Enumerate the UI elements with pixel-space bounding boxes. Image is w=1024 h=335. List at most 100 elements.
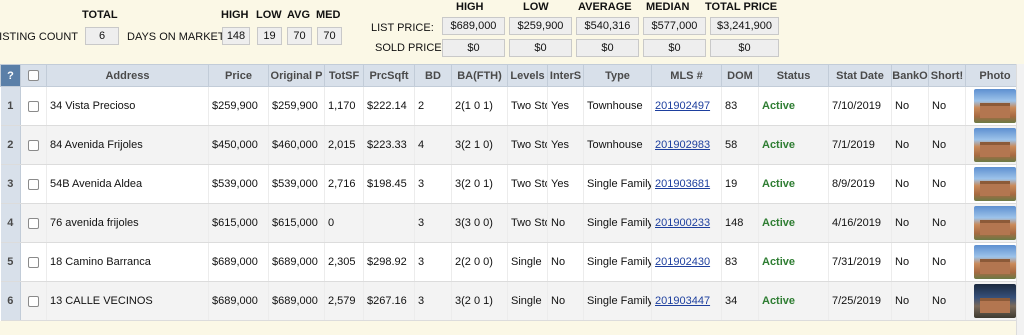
mls-link[interactable]: 201902983 [655, 139, 710, 151]
list-price-total: $3,241,900 [710, 17, 779, 35]
type-cell: Single Family [583, 203, 652, 243]
column-header-prcsqft[interactable]: PrcSqft [363, 64, 415, 87]
bank-cell: No [891, 242, 929, 282]
row-checkbox[interactable] [28, 139, 39, 151]
bd-cell: 3 [414, 281, 452, 321]
mls-link[interactable]: 201902430 [655, 256, 710, 268]
price-median-header: MEDIAN [646, 1, 690, 13]
totsf-cell: 2,015 [324, 125, 364, 165]
prcsqft-cell: $298.92 [363, 242, 415, 282]
table-row[interactable]: 2 84 Avenida Frijoles $450,000 $460,000 … [0, 125, 1024, 165]
days-on-market-label: DAYS ON MARKET: [127, 31, 227, 43]
listing-photo-thumbnail[interactable] [974, 128, 1016, 162]
listing-photo-thumbnail[interactable] [974, 89, 1016, 123]
original-price-cell: $460,000 [268, 125, 325, 165]
table-row[interactable]: 6 13 CALLE VECINOS $689,000 $689,000 2,5… [0, 281, 1024, 321]
prcsqft-cell [363, 203, 415, 243]
column-header-short[interactable]: Short! [928, 64, 966, 87]
price-cell: $539,000 [208, 164, 269, 204]
mls-cell: 201903681 [651, 164, 722, 204]
listing-photo-thumbnail[interactable] [974, 284, 1016, 318]
mls-link[interactable]: 201902497 [655, 100, 710, 112]
sold-price-total: $0 [710, 39, 779, 57]
column-header-status[interactable]: Status [758, 64, 829, 87]
column-header-address[interactable]: Address [46, 64, 209, 87]
ba-cell: 3(3 0 0) [451, 203, 508, 243]
listing-photo-thumbnail[interactable] [974, 167, 1016, 201]
bank-cell: No [891, 203, 929, 243]
stat-date-cell: 7/25/2019 [828, 281, 892, 321]
short-cell: No [928, 164, 966, 204]
row-select-cell[interactable] [20, 242, 47, 282]
table-row[interactable]: 4 76 avenida frijoles $615,000 $615,000 … [0, 203, 1024, 243]
column-header-dom[interactable]: DOM [721, 64, 759, 87]
price-cell: $689,000 [208, 281, 269, 321]
row-select-cell[interactable] [20, 281, 47, 321]
row-select-cell[interactable] [20, 86, 47, 126]
table-row[interactable]: 1 34 Vista Precioso $259,900 $259,900 1,… [0, 86, 1024, 126]
price-average-header: AVERAGE [578, 1, 632, 13]
vertical-scrollbar[interactable] [1016, 64, 1024, 335]
original-price-cell: $539,000 [268, 164, 325, 204]
sold-price-average: $0 [576, 39, 639, 57]
status-badge: Active [762, 256, 796, 268]
status-badge: Active [762, 100, 796, 112]
mls-cell: 201900233 [651, 203, 722, 243]
row-checkbox[interactable] [28, 295, 39, 307]
mls-cell: 201902430 [651, 242, 722, 282]
dom-high-header: HIGH [221, 9, 249, 21]
column-header-levels[interactable]: Levels [507, 64, 548, 87]
listing-photo-thumbnail[interactable] [974, 206, 1016, 240]
short-cell: No [928, 86, 966, 126]
bank-cell: No [891, 281, 929, 321]
prcsqft-cell: $223.33 [363, 125, 415, 165]
row-select-cell[interactable] [20, 164, 47, 204]
listing-count-value: 6 [85, 27, 119, 45]
column-header-ba[interactable]: BA(FTH) [451, 64, 508, 87]
stat-date-cell: 7/10/2019 [828, 86, 892, 126]
bd-cell: 3 [414, 203, 452, 243]
select-all-header[interactable] [20, 64, 47, 87]
row-checkbox[interactable] [28, 256, 39, 268]
column-header-original-price[interactable]: Original P [268, 64, 325, 87]
column-header-stat-date[interactable]: Stat Date [828, 64, 892, 87]
column-header-totsf[interactable]: TotSF [324, 64, 364, 87]
status-cell: Active [758, 281, 829, 321]
help-column-header[interactable]: ? [0, 64, 21, 87]
column-header-bank[interactable]: BankO [891, 64, 929, 87]
totsf-cell: 0 [324, 203, 364, 243]
column-header-type[interactable]: Type [583, 64, 652, 87]
row-select-cell[interactable] [20, 125, 47, 165]
status-badge: Active [762, 295, 796, 307]
price-cell: $689,000 [208, 242, 269, 282]
table-row[interactable]: 3 54B Avenida Aldea $539,000 $539,000 2,… [0, 164, 1024, 204]
stat-date-cell: 7/31/2019 [828, 242, 892, 282]
ba-cell: 3(2 0 1) [451, 281, 508, 321]
table-header-row: ? Address Price Original P TotSF PrcSqft… [0, 64, 1024, 87]
column-header-bd[interactable]: BD [414, 64, 452, 87]
row-checkbox[interactable] [28, 217, 39, 229]
select-all-checkbox[interactable] [28, 70, 39, 82]
mls-cell: 201902983 [651, 125, 722, 165]
type-cell: Townhouse [583, 86, 652, 126]
price-cell: $450,000 [208, 125, 269, 165]
listing-photo-thumbnail[interactable] [974, 245, 1016, 279]
column-header-inters[interactable]: InterS [547, 64, 584, 87]
levels-cell: Single [507, 281, 548, 321]
inters-cell: No [547, 203, 584, 243]
row-select-cell[interactable] [20, 203, 47, 243]
column-header-mls[interactable]: MLS # [651, 64, 722, 87]
address-cell: 13 CALLE VECINOS [46, 281, 209, 321]
price-total-header: TOTAL PRICE [705, 1, 778, 13]
bank-cell: No [891, 164, 929, 204]
mls-link[interactable]: 201903447 [655, 295, 710, 307]
sold-price-median: $0 [643, 39, 706, 57]
mls-link[interactable]: 201900233 [655, 217, 710, 229]
table-row[interactable]: 5 18 Camino Barranca $689,000 $689,000 2… [0, 242, 1024, 282]
row-checkbox[interactable] [28, 100, 39, 112]
mls-link[interactable]: 201903681 [655, 178, 710, 190]
levels-cell: Two Sto [507, 125, 548, 165]
column-header-price[interactable]: Price [208, 64, 269, 87]
total-header: TOTAL [82, 9, 118, 21]
row-checkbox[interactable] [28, 178, 39, 190]
